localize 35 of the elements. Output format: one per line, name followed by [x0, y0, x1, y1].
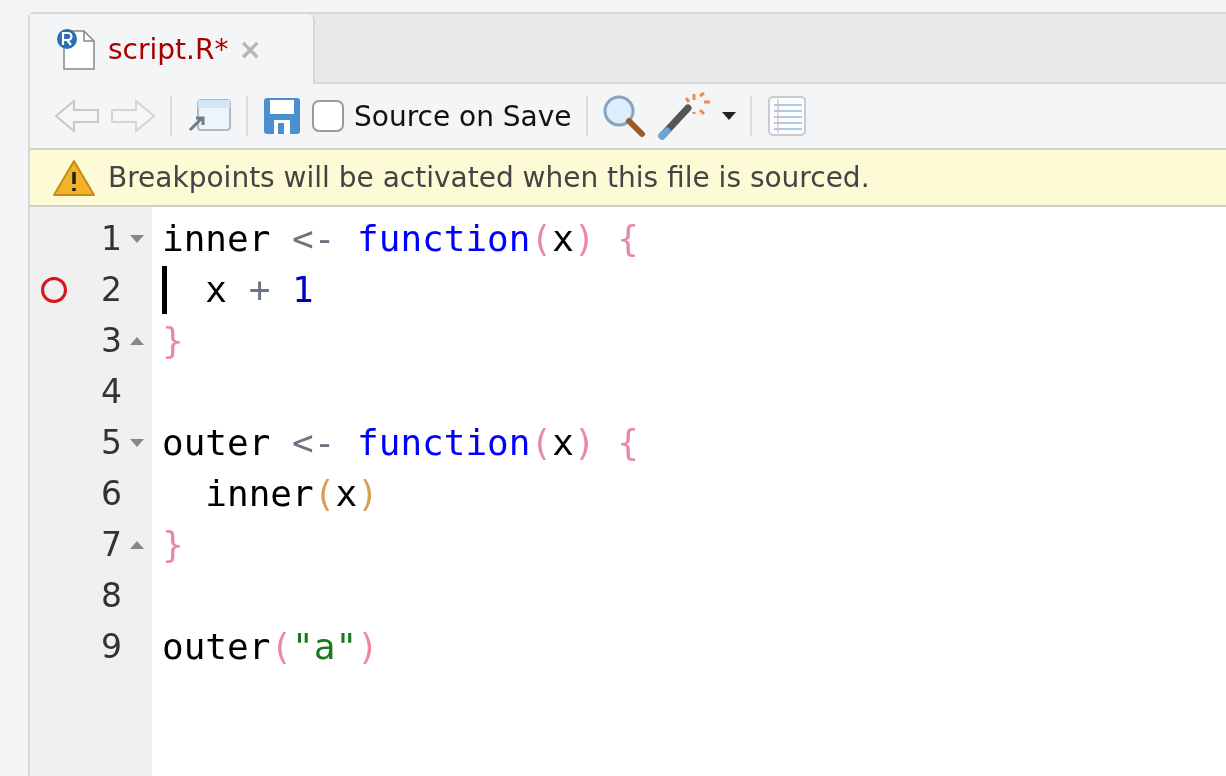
line-number: 1	[101, 219, 122, 258]
magic-wand-icon[interactable]	[655, 92, 712, 140]
code-line: x + 1	[162, 264, 1226, 315]
popout-window-icon[interactable]	[186, 98, 232, 134]
fold-icon[interactable]	[130, 438, 144, 447]
source-on-save-checkbox[interactable]: Source on Save	[312, 99, 572, 133]
code-line: }	[162, 319, 185, 363]
line-number: 5	[101, 423, 122, 462]
line-number: 9	[101, 627, 122, 666]
code-line: inner(x)	[204, 472, 380, 516]
line-number: 4	[101, 372, 122, 411]
caret-icon[interactable]	[721, 112, 736, 120]
checkbox[interactable]	[312, 100, 344, 132]
code-line: }	[162, 523, 185, 567]
save-icon[interactable]	[262, 96, 302, 136]
warning-icon	[52, 158, 96, 197]
breakpoint-icon[interactable]	[40, 275, 68, 304]
unfold-icon[interactable]	[130, 540, 144, 549]
warning-message: Breakpoints will be activated when this file is sourced.	[108, 161, 870, 194]
line-number: 2	[101, 270, 122, 309]
line-number: 3	[101, 321, 122, 360]
editor-tab[interactable]: script.R* ×	[30, 14, 315, 84]
r-file-icon	[56, 27, 98, 71]
code-line: inner <- function(x) {	[162, 217, 640, 261]
code-line: outer("a")	[162, 625, 380, 669]
line-number: 6	[101, 474, 122, 513]
unfold-icon[interactable]	[130, 336, 144, 345]
line-number: 8	[101, 576, 122, 615]
code-line: outer <- function(x) {	[162, 421, 640, 465]
fold-icon[interactable]	[130, 234, 144, 243]
notebook-icon[interactable]	[765, 95, 808, 137]
checkbox-label: Source on Save	[354, 99, 572, 133]
line-number: 7	[101, 525, 122, 564]
search-icon[interactable]	[601, 94, 646, 138]
tab-label: script.R*	[108, 32, 229, 66]
